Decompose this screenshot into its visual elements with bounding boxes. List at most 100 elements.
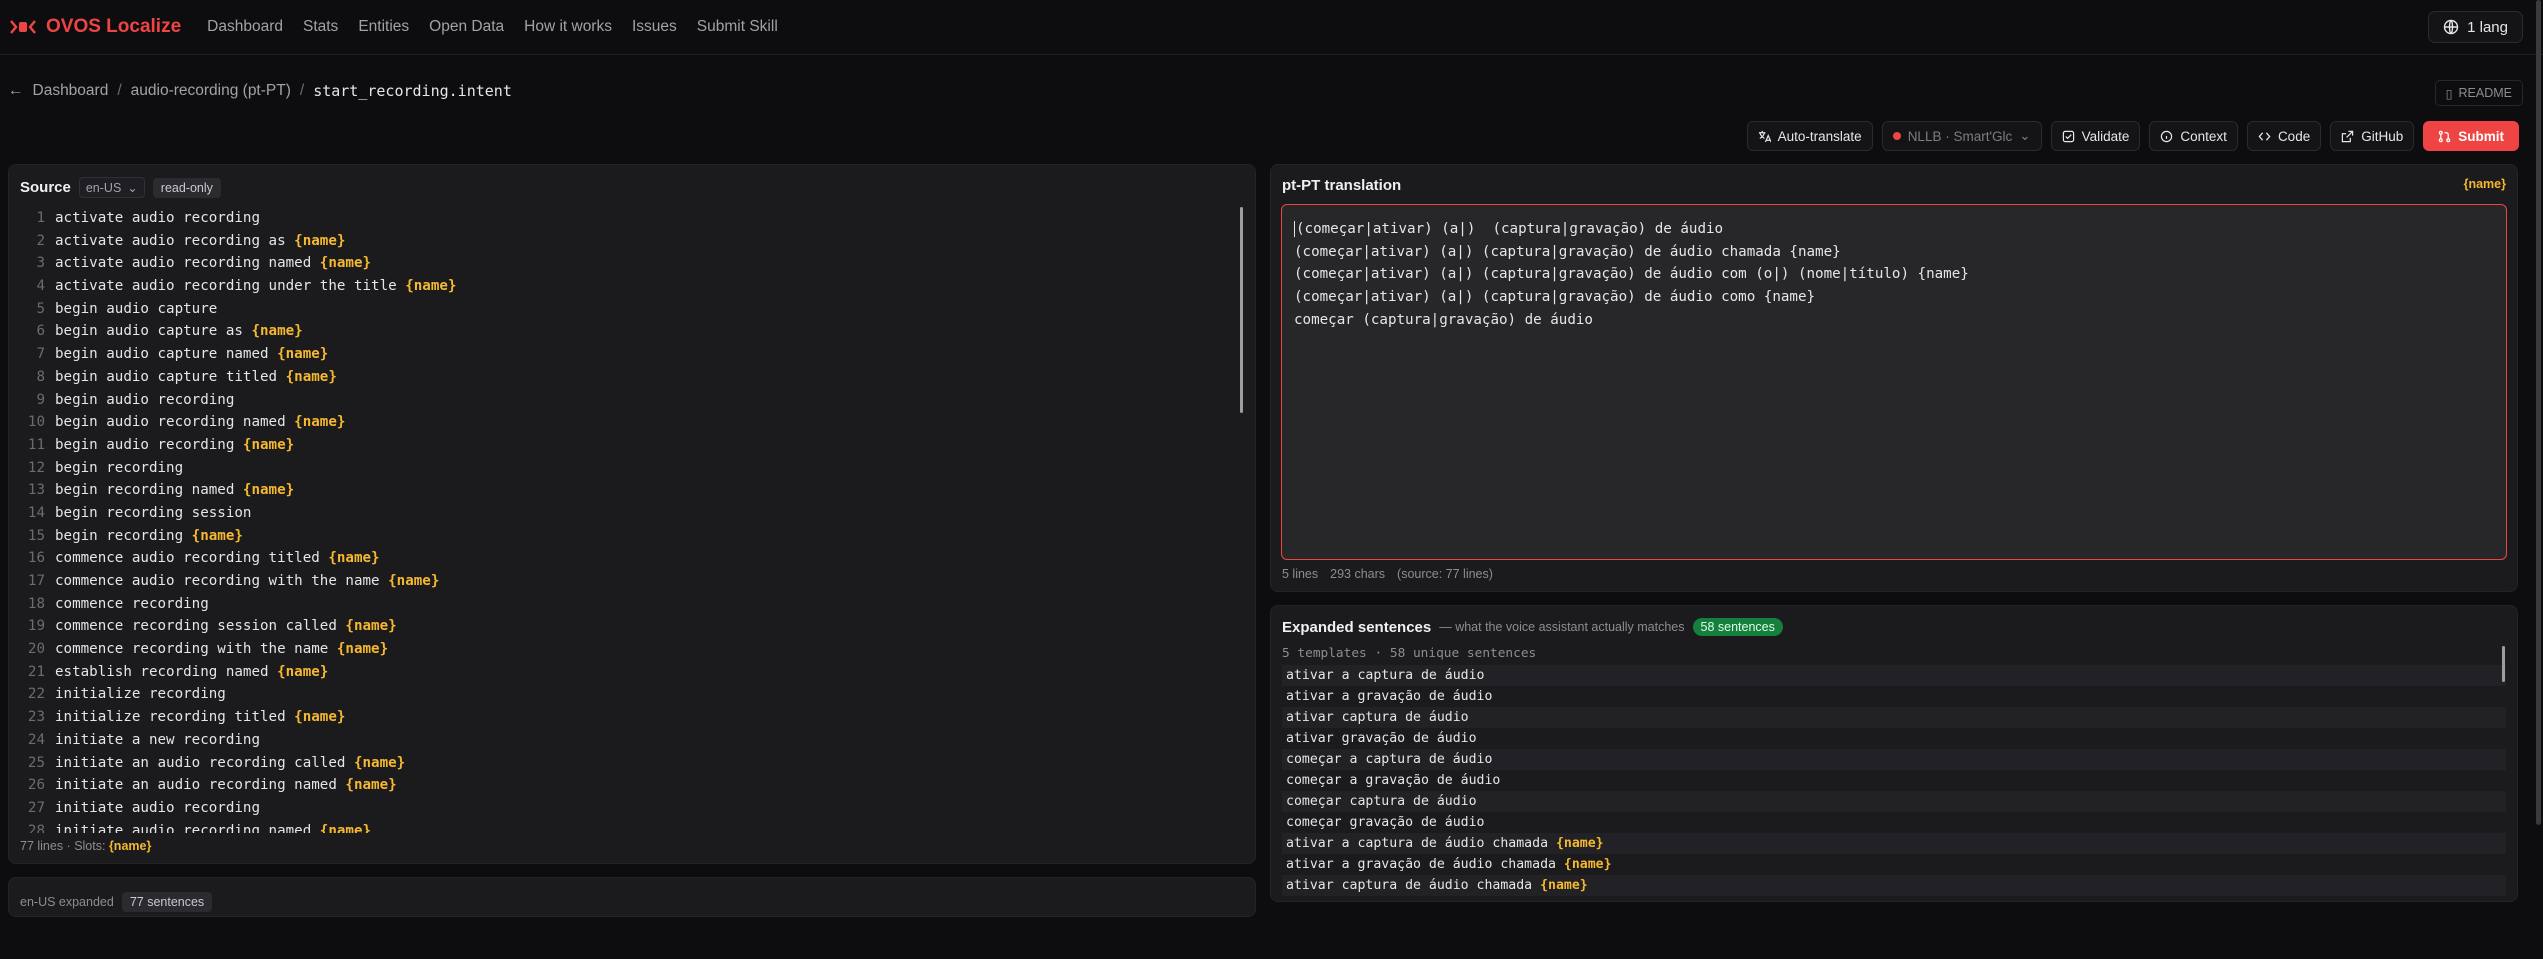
- readme-label: README: [2458, 86, 2512, 100]
- slot-token: {name}: [319, 255, 372, 272]
- expanded-sentence: ativar gravação de áudio: [1286, 731, 1477, 746]
- source-sentence-count: 77 sentences: [121, 892, 213, 912]
- logo-icon: [10, 20, 36, 34]
- source-line: 9 begin audio recording: [9, 389, 1241, 412]
- line-number: 6: [36, 323, 45, 340]
- nav-issues[interactable]: Issues: [622, 18, 687, 36]
- source-title: Source: [20, 179, 71, 196]
- line-number: 11: [27, 436, 45, 453]
- line-text: begin audio capture titled: [55, 368, 286, 385]
- expanded-panel: Expanded sentences — what the voice assi…: [1270, 605, 2518, 902]
- line-text: initiate an audio recording named: [55, 777, 346, 794]
- source-header: Source en-US ⌄ read-only: [9, 165, 1255, 198]
- expanded-subtitle: — what the voice assistant actually matc…: [1439, 620, 1685, 634]
- nav-stats[interactable]: Stats: [293, 18, 348, 36]
- slot-token: {name}: [345, 777, 397, 794]
- slot-token: {name}: [294, 414, 346, 431]
- source-line: 11 begin audio recording {name}: [9, 434, 1241, 457]
- translation-char-count: 293 chars: [1330, 567, 1386, 581]
- translation-header: pt-PT translation {name}: [1271, 165, 2517, 194]
- editor-line: (começar|ativar) (a|) (captura|gravação)…: [1294, 289, 1816, 306]
- readme-button[interactable]: ▯ README: [2434, 80, 2523, 106]
- source-lines[interactable]: 1 activate audio recording 2 activate audio…: [9, 207, 1241, 833]
- line-number: 3: [36, 255, 45, 272]
- slot-token: {name}: [285, 368, 337, 385]
- source-line: 19 commence recording session called {nam…: [9, 615, 1241, 638]
- line-number: 27: [27, 799, 45, 816]
- source-language-select[interactable]: en-US ⌄: [78, 177, 145, 198]
- engine-select[interactable]: NLLB · Smart'Glc ⌄: [1881, 121, 2042, 151]
- auto-translate-label: Auto-translate: [1777, 128, 1862, 144]
- language-button[interactable]: 1 lang: [2428, 11, 2523, 43]
- source-line: 6 begin audio capture as {name}: [9, 320, 1241, 343]
- slot-token: {name}: [251, 323, 303, 340]
- line-number: 25: [27, 754, 45, 771]
- read-only-badge: read-only: [152, 177, 221, 198]
- line-number: 5: [36, 300, 45, 317]
- source-line: 20 commence recording with the name {name…: [9, 638, 1241, 661]
- auto-translate-button[interactable]: Auto-translate: [1746, 121, 1873, 151]
- expanded-sentence: começar a gravação de áudio: [1286, 773, 1501, 788]
- nav-entities[interactable]: Entities: [348, 18, 419, 36]
- translation-title: pt-PT translation: [1282, 177, 1402, 194]
- source-scrollbar[interactable]: [1240, 207, 1243, 413]
- slot-token: {name}: [1540, 878, 1588, 893]
- nav-submit-skill[interactable]: Submit Skill: [687, 18, 788, 36]
- line-text: commence recording with the name: [55, 641, 337, 658]
- page-scrollbar[interactable]: [2531, 0, 2543, 959]
- github-button[interactable]: GitHub: [2330, 121, 2415, 151]
- check-square-icon: [2062, 130, 2074, 142]
- line-text: initiate audio recording: [55, 799, 260, 816]
- back-arrow-icon[interactable]: ←: [8, 82, 24, 100]
- line-number: 21: [27, 663, 45, 680]
- expanded-stats: 5 templates · 58 unique sentences: [1282, 646, 1537, 661]
- line-number: 2: [36, 232, 45, 249]
- slot-token: {name}: [319, 822, 372, 833]
- submit-button[interactable]: Submit: [2423, 121, 2519, 151]
- source-line: 14 begin recording session: [9, 502, 1241, 525]
- slot-token: {name}: [353, 754, 406, 771]
- expanded-sentence: ativar a captura de áudio: [1282, 665, 2506, 686]
- expanded-sentence: ativar captura de áudio: [1282, 707, 2506, 728]
- translation-source-count: (source: 77 lines): [1397, 567, 1493, 581]
- translation-line-count: 5 lines: [1282, 567, 1319, 581]
- line-text: establish recording named: [55, 663, 278, 680]
- line-text: begin recording: [55, 459, 184, 476]
- nav-how-it-works[interactable]: How it works: [514, 18, 622, 36]
- source-line: 8 begin audio capture titled {name}: [9, 366, 1241, 389]
- line-number: 26: [27, 777, 45, 794]
- expanded-sentence: começar captura de áudio: [1282, 791, 2506, 812]
- source-line: 24 initiate a new recording: [9, 729, 1241, 752]
- editor-line: começar (captura|gravação) de áudio: [1294, 311, 1593, 328]
- translation-editor[interactable]: (começar|ativar) (a|) (captura|gravação)…: [1281, 204, 2507, 560]
- brand[interactable]: OVOS Localize: [8, 16, 181, 38]
- context-button[interactable]: Context: [2149, 121, 2238, 151]
- nav-dashboard[interactable]: Dashboard: [207, 18, 293, 36]
- expanded-sentence: começar a captura de áudio: [1282, 749, 2506, 770]
- breadcrumb-dashboard[interactable]: Dashboard: [33, 82, 109, 100]
- expanded-header: Expanded sentences — what the voice assi…: [1271, 606, 2517, 636]
- source-line: 27 initiate audio recording: [9, 797, 1241, 820]
- line-number: 7: [36, 346, 45, 363]
- slot-token: {name}: [242, 482, 295, 499]
- page-scrollbar-thumb[interactable]: [2536, 0, 2541, 825]
- source-line: 23 initialize recording titled {name}: [9, 706, 1241, 729]
- validate-button[interactable]: Validate: [2050, 121, 2141, 151]
- line-number: 12: [27, 459, 45, 476]
- source-expanded-panel: en-US expanded 77 sentences: [8, 877, 1256, 917]
- language-count: 1 lang: [2467, 18, 2508, 36]
- line-number: 17: [27, 573, 45, 589]
- line-number: 15: [27, 527, 45, 544]
- line-text: initiate audio recording named: [55, 822, 320, 833]
- source-line: 5 begin audio capture: [9, 298, 1241, 321]
- code-button[interactable]: Code: [2246, 121, 2322, 151]
- nav-open-data[interactable]: Open Data: [419, 18, 514, 36]
- source-line: 7 begin audio capture named {name}: [9, 343, 1241, 366]
- line-text: activate audio recording as: [55, 232, 295, 249]
- breadcrumb-skill[interactable]: audio-recording (pt-PT): [131, 82, 291, 100]
- expanded-scrollbar[interactable]: [2502, 646, 2505, 682]
- source-expanded-label: en-US expanded: [20, 895, 114, 909]
- expanded-list[interactable]: ativar a captura de áudio ativar a gravaç…: [1271, 665, 2517, 896]
- editor-line: (começar|ativar) (a|) (captura|gravação)…: [1294, 243, 1841, 260]
- expanded-sentence-count: 58 sentences: [1692, 618, 1783, 636]
